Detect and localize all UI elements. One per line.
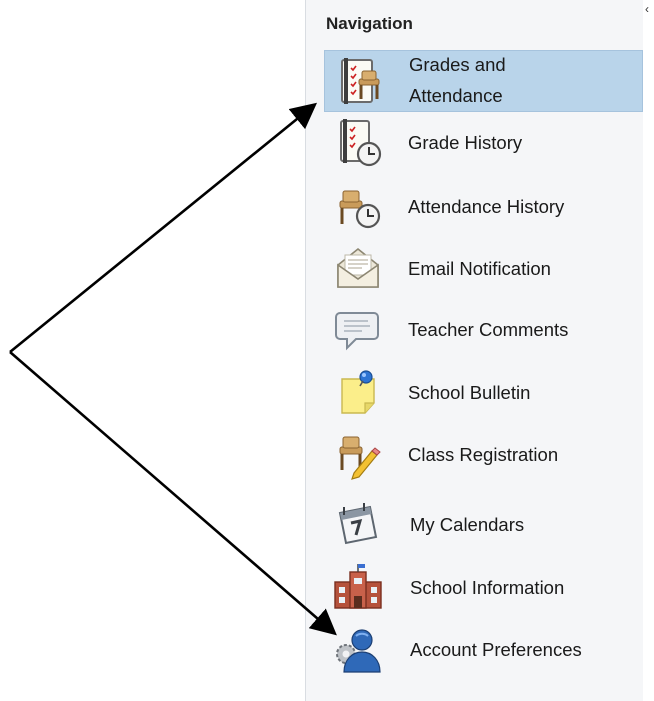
- arrow-to-account-preferences: [9, 351, 337, 636]
- arrow-to-grades-and-attendance: [9, 102, 318, 354]
- annotation-arrows: [9, 102, 337, 636]
- screenshot-stage: ‹ Navigation Grades and Attendance Grade…: [0, 0, 654, 701]
